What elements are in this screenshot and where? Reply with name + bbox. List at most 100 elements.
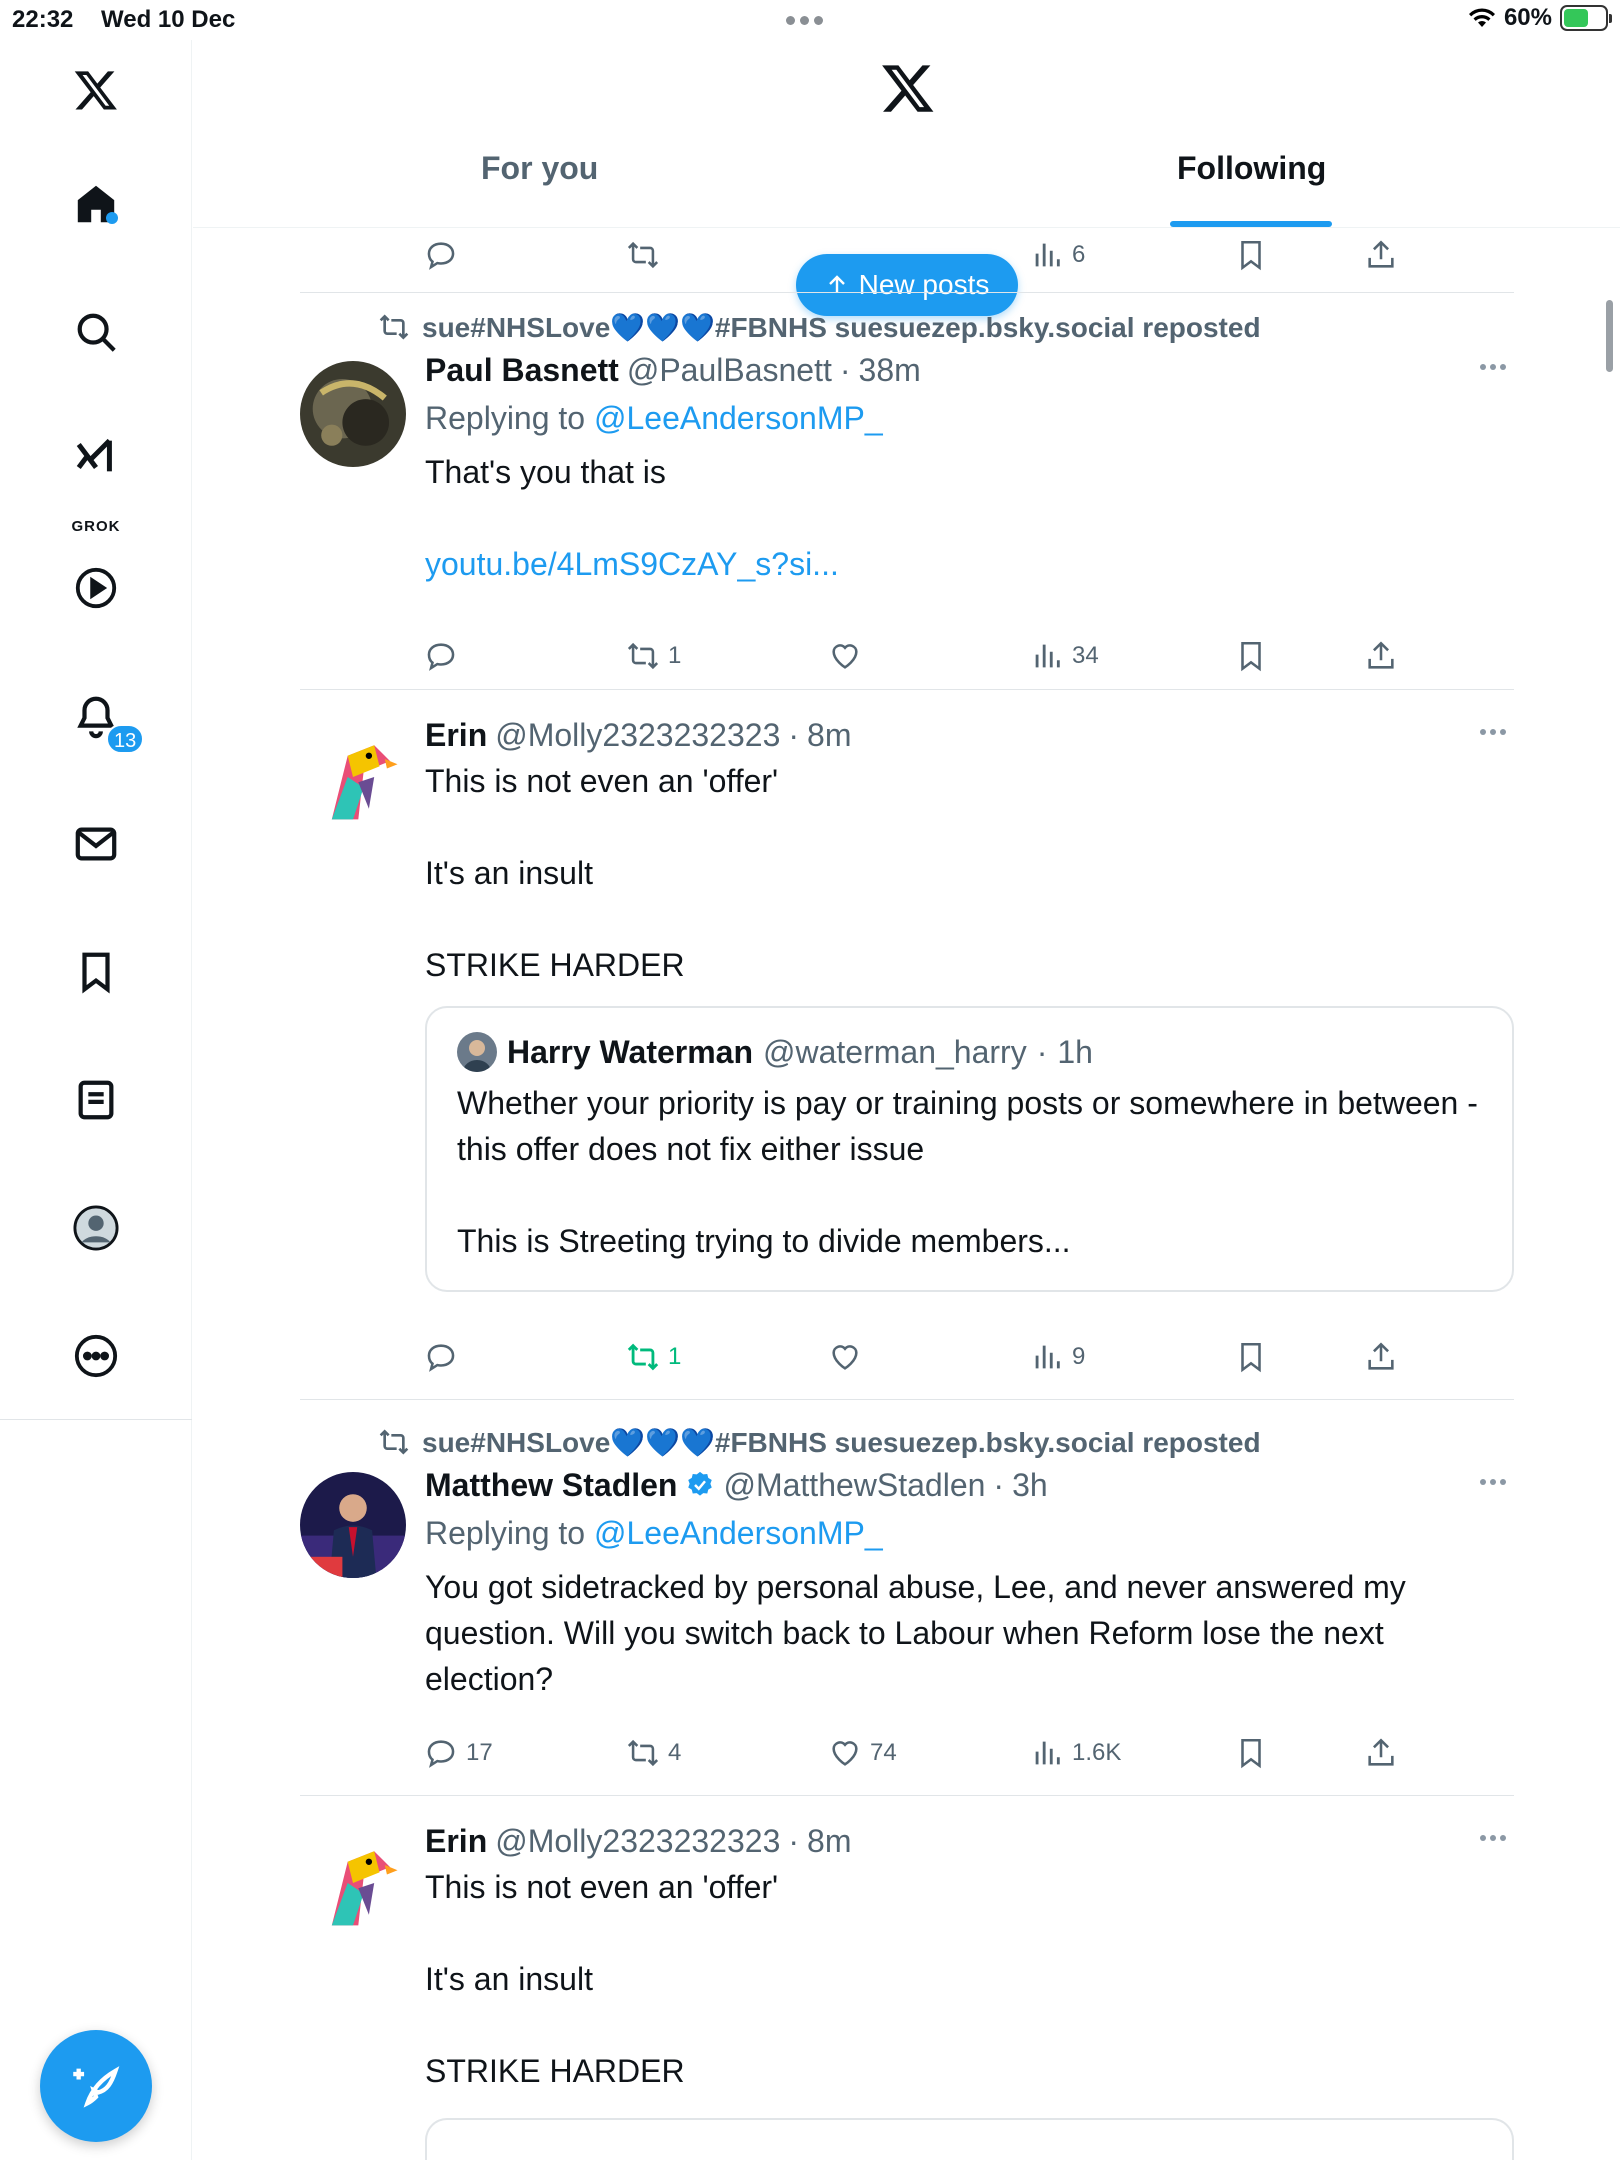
views-button[interactable]: 6 — [1030, 238, 1085, 272]
like-button[interactable]: 74 — [828, 1736, 897, 1770]
repost-icon — [627, 241, 659, 269]
share-button[interactable] — [1364, 1736, 1398, 1770]
reply-button[interactable] — [424, 238, 458, 272]
bookmark-button[interactable] — [1234, 1340, 1268, 1374]
reply-button[interactable] — [424, 639, 466, 673]
bookmark-button[interactable] — [1234, 639, 1268, 673]
separator-dot: · — [788, 1822, 800, 1859]
bookmark-icon — [1241, 240, 1261, 271]
post-time[interactable]: 38m — [859, 352, 921, 389]
feed-header: For you Following — [193, 40, 1620, 228]
post-time[interactable]: 3h — [1012, 1467, 1048, 1504]
bookmark-button[interactable] — [1234, 238, 1268, 272]
avatar[interactable] — [300, 1830, 406, 1936]
views-button[interactable]: 9 — [1030, 1340, 1085, 1374]
reply-button[interactable] — [424, 1340, 466, 1374]
author-name[interactable]: Erin — [425, 717, 487, 754]
separator-dot: · — [788, 716, 800, 753]
quote-time: 1h — [1057, 1033, 1093, 1070]
bookmark-button[interactable] — [1234, 1736, 1268, 1770]
repost-icon — [379, 314, 409, 340]
post-link[interactable]: youtu.be/4LmS9CzAY_s?si... — [425, 541, 1514, 587]
multitasking-dots[interactable] — [786, 16, 823, 25]
grok-icon[interactable] — [66, 426, 126, 486]
quote-author-handle: @waterman_harry — [763, 1033, 1027, 1070]
x-logo-icon[interactable] — [66, 60, 126, 120]
reply-button[interactable]: 17 — [424, 1736, 493, 1770]
reply-icon — [427, 1740, 455, 1768]
tab-for-you[interactable]: For you — [481, 150, 598, 228]
avatar[interactable] — [300, 361, 406, 467]
repost-attribution[interactable]: sue#NHSLove💙💙💙#FBNHS suesuezep.bsky.soci… — [378, 1422, 1514, 1462]
share-button[interactable] — [1364, 1340, 1398, 1374]
repost-icon — [627, 642, 659, 670]
views-button[interactable]: 1.6K — [1030, 1736, 1121, 1770]
quoted-post[interactable] — [425, 2118, 1514, 2160]
reply-count: 17 — [466, 1739, 493, 1766]
author-name[interactable]: Paul Basnett — [425, 352, 619, 389]
tab-following[interactable]: Following — [1177, 150, 1326, 228]
reply-icon — [427, 1344, 455, 1372]
replying-to-link[interactable]: @LeeAndersonMP_ — [594, 1515, 883, 1551]
author-handle[interactable]: @PaulBasnett — [627, 352, 832, 389]
search-icon[interactable] — [66, 302, 126, 362]
post-time[interactable]: 8m — [807, 717, 851, 754]
post[interactable]: Erin @Molly2323232323 · 8m This is not e… — [300, 690, 1514, 1399]
quoted-post[interactable]: Harry Waterman @waterman_harry · 1h Whet… — [425, 1006, 1514, 1292]
replying-prefix: Replying to — [425, 400, 594, 436]
home-icon[interactable] — [66, 174, 126, 234]
notifications-badge: 13 — [106, 724, 145, 754]
replying-to: Replying to @LeeAndersonMP_ — [425, 393, 1514, 443]
post-time[interactable]: 8m — [807, 1823, 851, 1860]
replying-to: Replying to @LeeAndersonMP_ — [425, 1508, 1514, 1558]
more-options-icon[interactable] — [1480, 357, 1514, 377]
repost-button[interactable]: 1 — [626, 1340, 681, 1374]
avatar[interactable] — [300, 1472, 406, 1578]
author-name[interactable]: Erin — [425, 1823, 487, 1860]
repost-button[interactable] — [626, 238, 660, 272]
share-icon — [1368, 1738, 1394, 1766]
repost-attribution[interactable]: sue#NHSLove💙💙💙#FBNHS suesuezep.bsky.soci… — [378, 307, 1514, 347]
heart-icon — [832, 644, 858, 669]
repost-icon — [379, 1429, 409, 1455]
quote-text: Whether your priority is pay or training… — [457, 1085, 1478, 1259]
author-handle[interactable]: @Molly2323232323 — [495, 717, 780, 754]
x-logo-icon[interactable] — [880, 60, 936, 116]
views-button[interactable]: 34 — [1030, 639, 1099, 673]
more-options-icon[interactable] — [1480, 1472, 1514, 1492]
post[interactable]: Erin @Molly2323232323 · 8m This is not e… — [300, 1796, 1514, 2160]
compose-button[interactable] — [40, 2030, 152, 2142]
mail-icon[interactable] — [66, 814, 126, 874]
like-count: 74 — [870, 1739, 897, 1766]
timeline: 6 sue#NHSLove💙💙💙#FBNHS suesuezep.bsky.so… — [300, 228, 1514, 2160]
replying-to-link[interactable]: @LeeAndersonMP_ — [594, 400, 883, 436]
author-name[interactable]: Matthew Stadlen — [425, 1467, 677, 1504]
more-options-icon[interactable] — [1480, 1828, 1514, 1848]
grok-label: GROK — [71, 518, 121, 535]
author-handle[interactable]: @MatthewStadlen — [723, 1467, 985, 1504]
share-icon — [1368, 1342, 1394, 1370]
replying-prefix: Replying to — [425, 1515, 594, 1551]
repost-button[interactable]: 4 — [626, 1736, 681, 1770]
heart-icon — [832, 1345, 858, 1370]
share-icon — [1368, 641, 1394, 669]
more-icon[interactable] — [66, 1326, 126, 1386]
list-icon[interactable] — [66, 1070, 126, 1130]
bookmark-icon[interactable] — [66, 942, 126, 1002]
play-icon[interactable] — [66, 558, 126, 618]
avatar[interactable] — [300, 724, 406, 830]
repost-count: 4 — [668, 1739, 682, 1766]
share-button[interactable] — [1364, 639, 1398, 673]
post[interactable]: sue#NHSLove💙💙💙#FBNHS suesuezep.bsky.soci… — [300, 293, 1514, 689]
wifi-icon — [1468, 8, 1495, 27]
profile-icon[interactable] — [66, 1198, 126, 1258]
scrollbar[interactable] — [1606, 300, 1613, 372]
like-button[interactable] — [828, 639, 870, 673]
like-button[interactable] — [828, 1340, 870, 1374]
repost-button[interactable]: 1 — [626, 639, 681, 673]
share-button[interactable] — [1364, 238, 1398, 272]
separator-dot: · — [839, 351, 851, 388]
more-options-icon[interactable] — [1480, 722, 1514, 742]
author-handle[interactable]: @Molly2323232323 — [495, 1823, 780, 1860]
post[interactable]: sue#NHSLove💙💙💙#FBNHS suesuezep.bsky.soci… — [300, 1400, 1514, 1795]
